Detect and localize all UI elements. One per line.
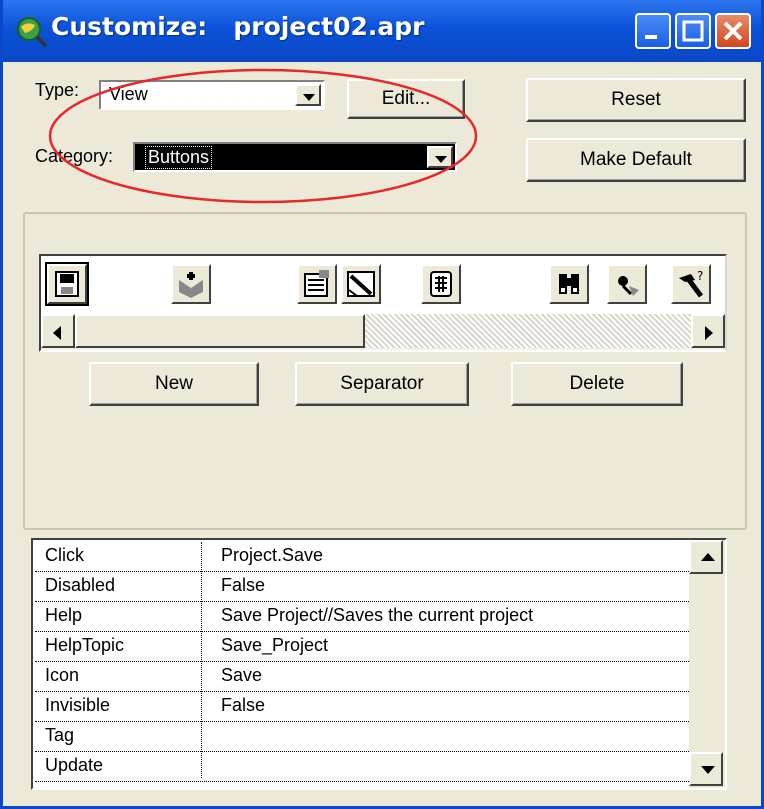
- property-value[interactable]: False: [221, 695, 265, 716]
- edit-legend-icon[interactable]: [341, 264, 381, 304]
- separator-button[interactable]: Separator: [295, 362, 469, 406]
- property-key: Help: [45, 605, 83, 625]
- property-key: Disabled: [45, 575, 116, 595]
- make-default-button[interactable]: Make Default: [526, 138, 746, 182]
- property-value[interactable]: Save Project//Saves the current project: [221, 605, 533, 626]
- column-divider: [201, 542, 202, 778]
- maximize-icon: [682, 20, 704, 42]
- arrow-right-icon: [705, 326, 713, 340]
- properties-icon[interactable]: [297, 264, 337, 304]
- arrow-up-icon: [701, 553, 715, 561]
- new-button[interactable]: New: [89, 362, 259, 406]
- locate-address-icon[interactable]: [607, 264, 647, 304]
- svg-text:?: ?: [697, 269, 703, 283]
- property-row[interactable]: HelpTopic Save_Project: [35, 632, 723, 662]
- customize-dialog: Customize: project02.apr Type: View Edit…: [0, 0, 764, 809]
- property-row[interactable]: Icon Save: [35, 662, 723, 692]
- scroll-track[interactable]: [365, 314, 691, 348]
- property-value[interactable]: False: [221, 575, 265, 596]
- delete-button[interactable]: Delete: [511, 362, 683, 406]
- property-key: Click: [45, 545, 84, 565]
- find-icon[interactable]: [549, 264, 589, 304]
- property-value[interactable]: Save_Project: [221, 635, 328, 656]
- minimize-icon: [645, 35, 657, 39]
- arrow-down-icon: [701, 766, 715, 774]
- property-key: HelpTopic: [45, 635, 125, 655]
- property-vertical-scrollbar[interactable]: [689, 540, 725, 788]
- add-theme-icon[interactable]: [171, 264, 211, 304]
- scroll-up-button[interactable]: [689, 540, 723, 574]
- property-key: Tag: [45, 725, 75, 745]
- property-key: Icon: [45, 665, 80, 685]
- scroll-right-button[interactable]: [691, 314, 725, 348]
- toolbar-horizontal-scrollbar[interactable]: [41, 314, 725, 350]
- minimize-button[interactable]: [635, 13, 671, 49]
- property-value[interactable]: Project.Save: [221, 545, 323, 566]
- scroll-left-button[interactable]: [41, 314, 75, 348]
- property-grid: Click Project.Save Disabled False Help Save…: [31, 538, 727, 790]
- close-button[interactable]: [715, 13, 751, 49]
- reset-button[interactable]: Reset: [526, 78, 746, 122]
- window-title: Customize: project02.apr: [51, 12, 425, 41]
- maximize-button[interactable]: [675, 13, 711, 49]
- table-icon[interactable]: [421, 264, 461, 304]
- property-value[interactable]: Save: [221, 665, 262, 686]
- property-key: Invisible: [45, 695, 111, 715]
- close-icon: [723, 21, 743, 41]
- arrow-left-icon: [53, 326, 61, 340]
- annotation-ellipse: [48, 68, 478, 204]
- scroll-down-button[interactable]: [689, 752, 723, 786]
- property-row[interactable]: Update: [35, 752, 723, 782]
- arcview-globe-icon: [17, 17, 48, 48]
- property-row[interactable]: Help Save Project//Saves the current proj…: [35, 602, 723, 632]
- property-key: Update: [45, 755, 104, 775]
- property-row[interactable]: Invisible False: [35, 692, 723, 722]
- hotlink-icon[interactable]: ?: [671, 264, 711, 304]
- toolbar-preview: ?: [39, 254, 727, 352]
- property-row[interactable]: Tag: [35, 722, 723, 752]
- title-bar[interactable]: Customize: project02.apr: [3, 0, 761, 62]
- property-row[interactable]: Disabled False: [35, 572, 723, 602]
- scroll-thumb[interactable]: [75, 314, 365, 348]
- save-icon[interactable]: [45, 262, 89, 306]
- property-row[interactable]: Click Project.Save: [35, 542, 723, 572]
